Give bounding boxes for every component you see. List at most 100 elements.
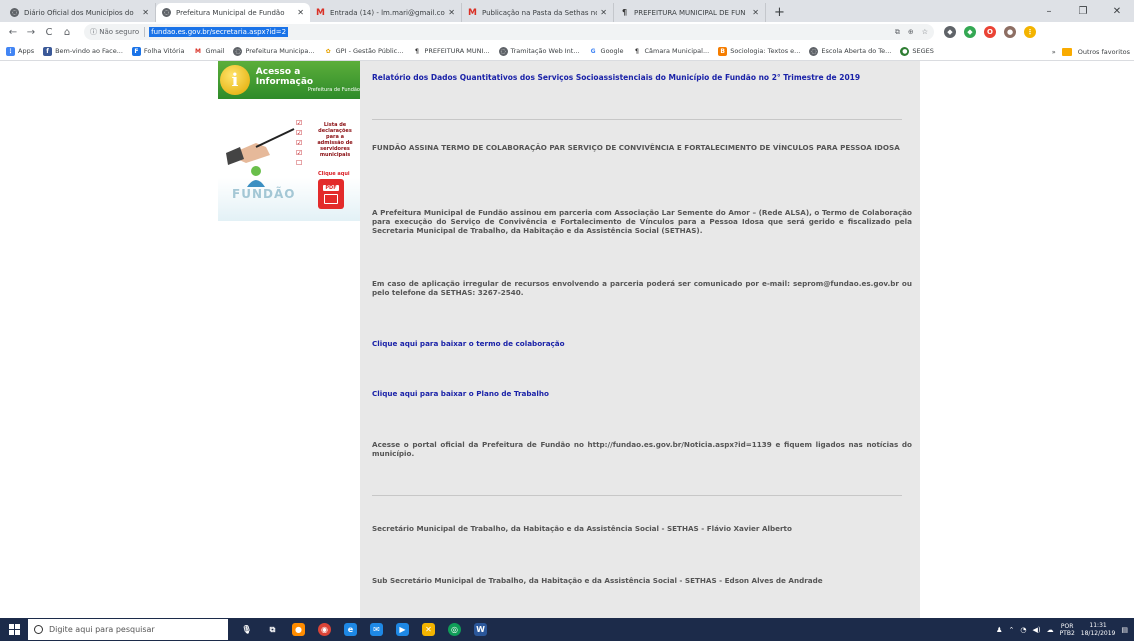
start-button[interactable] — [0, 618, 28, 641]
pmf-icon: ¶ — [635, 47, 639, 55]
clock[interactable]: 11:31 18/12/2019 — [1081, 622, 1116, 638]
zoom-icon[interactable]: ⊕ — [908, 28, 914, 37]
headline: FUNDÃO ASSINA TERMO DE COLABORAÇÃO PAR S… — [372, 143, 900, 152]
mail-icon[interactable]: ✉ — [370, 623, 383, 636]
edge-icon[interactable]: e — [344, 623, 357, 636]
people-icon[interactable]: ♟ — [996, 626, 1002, 634]
taskbar-search[interactable]: Digite aqui para pesquisar — [28, 619, 228, 640]
clique-aqui-text: Clique aqui — [318, 171, 350, 177]
globe-icon: ◌ — [809, 46, 819, 56]
reload-button[interactable]: C — [42, 27, 56, 38]
star-icon[interactable]: ☆ — [922, 28, 928, 37]
system-tray: ♟ ⌃ ◔ ◀) ☁ POR PTB2 11:31 18/12/2019 ▤ — [996, 618, 1128, 641]
close-icon[interactable]: ✕ — [600, 8, 607, 17]
bookmark-facebook[interactable]: f Bem-vindo ao Face... — [43, 46, 123, 56]
gmail-icon: M — [316, 7, 325, 18]
close-icon[interactable]: ✕ — [142, 8, 149, 17]
windows-icon — [8, 624, 20, 635]
bookmark-gpi[interactable]: ✿ GPI - Gestão Públic... — [324, 47, 404, 56]
onedrive-icon[interactable]: ☁ — [1047, 626, 1054, 634]
bookmark-gmail[interactable]: M Gmail — [193, 47, 224, 56]
extension-icon[interactable]: ◆ — [944, 26, 956, 38]
mic-icon[interactable]: 🎙 — [240, 623, 253, 636]
bookmark-camara[interactable]: ¶ Câmara Municipal... — [632, 47, 709, 56]
apps-icon: ⋮ — [6, 46, 15, 56]
back-button[interactable]: ← — [6, 27, 20, 38]
security-indicator[interactable]: ⓘ Não seguro — [90, 27, 146, 37]
address-bar[interactable]: ⓘ Não seguro fundao.es.gov.br/secretaria… — [84, 24, 934, 40]
bookmark-google[interactable]: G Google — [589, 47, 624, 56]
declaracoes-banner[interactable]: ☑ ☑ ☑ ☑ ☐ Lista de declarações para a ad… — [218, 113, 360, 221]
paragraph-termo: A Prefeitura Municipal de Fundão assinou… — [372, 208, 912, 235]
network-icon[interactable]: ◔ — [1020, 626, 1026, 634]
bookmark-tramitacao[interactable]: ◌ Tramitação Web Int... — [498, 46, 580, 56]
main-content: Relatório dos Dados Quantitativos dos Se… — [360, 61, 920, 618]
window-controls: – ❐ ✕ — [1032, 0, 1134, 22]
paint-icon[interactable]: ● — [292, 623, 305, 636]
maps-icon[interactable]: ◎ — [448, 623, 461, 636]
home-button[interactable]: ⌂ — [60, 27, 74, 38]
facebook-icon: f — [43, 46, 53, 56]
avatar[interactable]: ● — [1004, 26, 1016, 38]
acesso-title: Acesso a Informação — [255, 67, 314, 87]
tab-prefeitura-municipal[interactable]: ¶ PREFEITURA MUNICIPAL DE FUN ✕ — [614, 3, 766, 22]
bookmark-prefeitura[interactable]: ◌ Prefeitura Municipa... — [233, 46, 315, 56]
bookmark-sociologia[interactable]: B Sociologia: Textos e... — [718, 46, 800, 56]
declaracoes-text: Lista de declarações para a admissão de … — [317, 122, 353, 158]
bookmark-folha-vitoria[interactable]: F Folha Vitória — [131, 46, 184, 56]
search-icon — [34, 625, 43, 634]
tools-icon[interactable]: ✕ — [422, 623, 435, 636]
forward-button[interactable]: → — [24, 27, 38, 38]
menu-icon[interactable]: ⋮ — [1024, 26, 1036, 38]
acesso-subtitle: Prefeitura de Fundão — [307, 87, 360, 93]
tab-gmail-inbox[interactable]: M Entrada (14) - lm.mari@gmail.co ✕ — [310, 3, 462, 22]
checkbox-icon: ☑ — [296, 119, 303, 127]
minimize-button[interactable]: – — [1032, 0, 1066, 22]
other-bookmarks[interactable]: Outros favoritos — [1078, 48, 1130, 56]
browser-toolbar: ← → C ⌂ ⓘ Não seguro fundao.es.gov.br/se… — [0, 22, 1134, 42]
close-window-button[interactable]: ✕ — [1100, 0, 1134, 22]
bookmark-prefeitura-muni[interactable]: ¶ PREFEITURA MUNI... — [412, 47, 490, 56]
download-termo-link[interactable]: Clique aqui para baixar o termo de colab… — [372, 339, 912, 348]
chevron-up-icon[interactable]: ⌃ — [1008, 626, 1014, 634]
download-plano-link[interactable]: Clique aqui para baixar o Plano de Traba… — [372, 389, 912, 398]
bookmark-escola-aberta[interactable]: ◌ Escola Aberta do Te... — [809, 46, 891, 56]
globe-icon: ◌ — [10, 8, 19, 17]
extension-icon[interactable]: ◆ — [964, 26, 976, 38]
checkbox-icon: ☑ — [296, 139, 303, 147]
paragraph-contato: Em caso de aplicação irregular de recurs… — [372, 279, 912, 297]
tab-prefeitura-fundao[interactable]: ◌ Prefeitura Municipal de Fundão ✕ — [156, 3, 310, 22]
close-icon[interactable]: ✕ — [448, 8, 455, 17]
checkbox-icon: ☑ — [296, 129, 303, 137]
tab-diario-oficial[interactable]: ◌ Diário Oficial dos Municípios do ✕ — [4, 3, 156, 22]
google-icon: G — [590, 47, 596, 55]
new-tab-button[interactable]: + — [766, 3, 793, 22]
url-text[interactable]: fundao.es.gov.br/secretaria.aspx?id=2 — [149, 27, 289, 37]
relatorio-link[interactable]: Relatório dos Dados Quantitativos dos Se… — [372, 73, 912, 82]
store-icon[interactable]: ▶ — [396, 623, 409, 636]
close-icon[interactable]: ✕ — [752, 8, 759, 17]
gmail-icon: M — [468, 7, 477, 18]
tab-publicacao-sethas[interactable]: M Publicação na Pasta da Sethas no ✕ — [462, 3, 614, 22]
pdf-icon: PDF — [318, 179, 344, 209]
volume-icon[interactable]: ◀) — [1032, 626, 1040, 634]
chrome-icon[interactable]: ◉ — [318, 623, 331, 636]
bookmarks-bar: ⋮ Apps f Bem-vindo ao Face... F Folha Vitór… — [0, 42, 1134, 61]
blogger-icon: B — [718, 46, 728, 56]
bookmark-seges[interactable]: ● SEGES — [900, 46, 934, 56]
adblock-icon[interactable]: O — [984, 26, 996, 38]
bookmark-apps[interactable]: ⋮ Apps — [6, 46, 34, 56]
maximize-button[interactable]: ❐ — [1066, 0, 1100, 22]
language-indicator[interactable]: POR PTB2 — [1060, 623, 1075, 637]
bookmarks-more-button[interactable]: » — [1052, 48, 1056, 56]
acesso-informacao-banner[interactable]: i Acesso a Informação Prefeitura de Fund… — [218, 61, 360, 99]
globe-icon: ◌ — [498, 46, 508, 56]
seges-icon: ● — [900, 46, 910, 56]
notifications-icon[interactable]: ▤ — [1121, 626, 1128, 634]
translate-icon[interactable]: ⧉ — [895, 28, 900, 37]
word-icon[interactable]: W — [474, 623, 487, 636]
task-view-icon[interactable]: ⧉ — [266, 623, 279, 636]
close-icon[interactable]: ✕ — [297, 8, 304, 17]
pmf-icon: ¶ — [621, 8, 628, 17]
secretary-name: Secretário Municipal de Trabalho, da Hab… — [372, 524, 792, 533]
